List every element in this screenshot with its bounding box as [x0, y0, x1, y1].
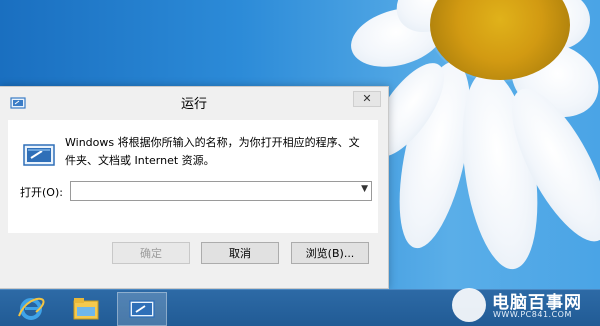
- close-button[interactable]: ✕: [353, 91, 381, 107]
- open-label: 打开(O):: [20, 186, 63, 199]
- chevron-down-icon[interactable]: ▼: [361, 184, 368, 194]
- site-watermark: 电脑百事网 WWW.PC841.COM: [452, 285, 597, 325]
- browse-button[interactable]: 浏览(B)...: [291, 242, 369, 264]
- dialog-title: 运行: [180, 97, 207, 112]
- file-explorer-icon: [73, 298, 99, 320]
- dialog-titlebar[interactable]: 运行 ✕: [0, 87, 388, 119]
- internet-explorer-icon: [18, 297, 45, 320]
- close-icon: ✕: [362, 92, 372, 105]
- run-icon: [23, 144, 55, 166]
- taskbar-item-run[interactable]: [117, 292, 167, 326]
- taskbar-item-ie[interactable]: [8, 292, 54, 326]
- watermark-url: WWW.PC841.COM: [493, 310, 572, 319]
- open-input[interactable]: [71, 184, 359, 203]
- dialog-content: Windows 将根据你所输入的名称，为你打开相应的程序、文件夹、文档或 Int…: [8, 120, 378, 233]
- cancel-button[interactable]: 取消: [201, 242, 279, 264]
- open-combobox[interactable]: ▼: [70, 181, 372, 203]
- run-icon: [129, 300, 155, 318]
- run-dialog: 运行 ✕ Windows 将根据你所输入的名称，为你打开相应的程序、文件夹、文档…: [0, 86, 389, 289]
- ok-button[interactable]: 确定: [112, 242, 190, 264]
- taskbar-item-explorer[interactable]: [63, 292, 109, 326]
- watermark-logo: [452, 288, 486, 322]
- dialog-description: Windows 将根据你所输入的名称，为你打开相应的程序、文件夹、文档或 Int…: [65, 136, 360, 167]
